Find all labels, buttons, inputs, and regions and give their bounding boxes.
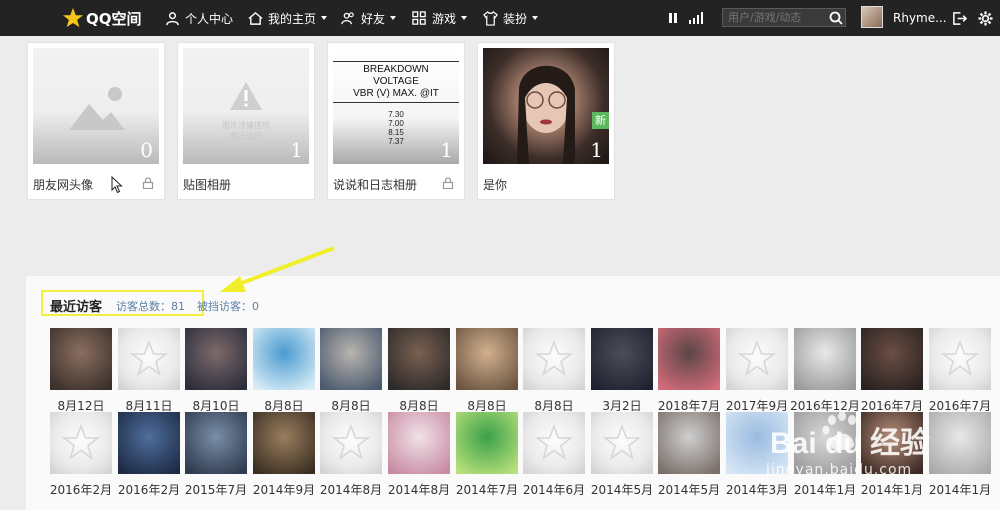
star-icon	[61, 423, 101, 460]
top-navigation-bar: QQ空间 个人中心 我的主页 好友 游戏 装扮 用户/游戏/动态 Rhyme..…	[0, 0, 1000, 36]
visitor-avatar[interactable]	[118, 412, 180, 474]
album-cover[interactable]: 新 1	[483, 48, 609, 164]
visitor-avatar[interactable]	[320, 412, 382, 474]
visitor-avatar[interactable]	[388, 412, 450, 474]
nav-personal-center-label: 个人中心	[185, 11, 234, 26]
nav-games[interactable]: 游戏	[412, 0, 468, 36]
visitor-avatar[interactable]	[456, 412, 518, 474]
settings-button[interactable]	[978, 0, 993, 36]
visitor-avatar[interactable]	[523, 328, 585, 390]
visitor-avatar[interactable]	[50, 412, 112, 474]
logo-text: QQ空间	[86, 9, 142, 28]
annotation-arrow-icon	[220, 246, 335, 292]
visitor-avatar[interactable]	[658, 412, 720, 474]
album-cover[interactable]: 图片涉嫌违规 禁止访问 1	[183, 48, 309, 164]
photo-count: 1	[290, 138, 303, 162]
photo-count: 0	[140, 138, 153, 162]
visitor-avatar[interactable]	[658, 328, 720, 390]
nav-dress-label: 装扮	[503, 11, 528, 26]
chevron-down-icon	[321, 16, 328, 20]
album-cover[interactable]: BREAKDOWN VOLTAGE VBR (V) MAX. @IT 7.30 7.0…	[333, 48, 459, 164]
visitor-avatar[interactable]	[523, 412, 585, 474]
watermark-url: jingyan.baidu.com	[766, 462, 913, 478]
star-icon	[62, 7, 84, 28]
star-icon	[331, 423, 371, 460]
blocked-visitors[interactable]: 被挡访客：0	[197, 298, 259, 314]
gear-icon	[978, 10, 993, 26]
album-name[interactable]: 是你	[483, 176, 507, 193]
visitor-avatar[interactable]	[861, 328, 923, 390]
visitor-avatar[interactable]	[726, 328, 788, 390]
visitors-title: 最近访客	[50, 300, 103, 315]
signal-button[interactable]	[688, 0, 704, 36]
mouse-cursor-icon	[111, 176, 123, 194]
star-icon	[602, 423, 642, 460]
username[interactable]: Rhyme...	[893, 0, 947, 36]
avatar[interactable]	[861, 6, 883, 28]
pause-button[interactable]	[668, 0, 678, 36]
grid-icon	[412, 10, 426, 25]
visitor-avatar[interactable]	[591, 328, 653, 390]
star-icon	[534, 423, 574, 460]
album-card[interactable]: 0 朋友网头像	[27, 42, 165, 200]
person-icon	[166, 11, 179, 25]
chevron-down-icon	[390, 16, 397, 20]
new-badge: 新	[592, 112, 609, 129]
logout-icon	[953, 11, 967, 25]
visitor-avatar[interactable]	[794, 328, 856, 390]
album-name[interactable]: 贴图相册	[183, 176, 231, 193]
qzone-logo[interactable]: QQ空间	[62, 0, 142, 36]
photo-count: 1	[590, 138, 603, 162]
visitor-avatar[interactable]	[456, 328, 518, 390]
home-icon	[248, 11, 263, 25]
visitor-avatar[interactable]	[185, 412, 247, 474]
visitor-avatar[interactable]	[253, 328, 315, 390]
star-icon	[737, 339, 777, 376]
search-icon[interactable]	[828, 10, 844, 26]
album-card[interactable]: BREAKDOWN VOLTAGE VBR (V) MAX. @IT 7.30 7.0…	[327, 42, 465, 200]
signal-bars-icon	[689, 12, 703, 24]
document-header: BREAKDOWN VOLTAGE VBR (V) MAX. @IT	[353, 64, 439, 99]
lock-icon	[142, 177, 154, 189]
visitor-total[interactable]: 访客总数：81	[116, 298, 185, 314]
visitor-avatar[interactable]	[185, 328, 247, 390]
album-name[interactable]: 说说和日志相册	[333, 176, 417, 193]
visitor-avatar[interactable]	[253, 412, 315, 474]
album-cover[interactable]: 0	[33, 48, 159, 164]
album-card[interactable]: 图片涉嫌违规 禁止访问 1 贴图相册	[177, 42, 315, 200]
album-name[interactable]: 朋友网头像	[33, 176, 93, 193]
visitor-avatar[interactable]	[320, 328, 382, 390]
nav-friends-label: 好友	[361, 11, 386, 26]
nav-my-home-label: 我的主页	[268, 11, 317, 26]
star-icon	[940, 339, 980, 376]
visitor-avatar[interactable]	[118, 328, 180, 390]
chevron-down-icon	[461, 16, 468, 20]
lock-icon	[442, 177, 454, 189]
nav-dress[interactable]: 装扮	[483, 0, 539, 36]
photo-count: 1	[440, 138, 453, 162]
logout-button[interactable]	[952, 0, 967, 36]
nav-games-label: 游戏	[432, 11, 457, 26]
nav-friends[interactable]: 好友	[341, 0, 397, 36]
pause-icon	[669, 13, 677, 23]
star-icon	[534, 339, 574, 376]
nav-personal-center[interactable]: 个人中心	[165, 0, 233, 36]
visitor-avatar[interactable]	[50, 328, 112, 390]
star-icon	[129, 339, 169, 376]
visitor-avatar[interactable]	[929, 328, 991, 390]
watermark-brand: Bai du 经验	[770, 427, 931, 460]
visitor-avatar[interactable]	[388, 328, 450, 390]
friends-icon	[341, 11, 354, 24]
tshirt-icon	[483, 10, 498, 26]
album-card[interactable]: 新 1 是你	[477, 42, 615, 200]
visitor-avatar[interactable]	[591, 412, 653, 474]
nav-my-home[interactable]: 我的主页	[248, 0, 328, 36]
username-label: Rhyme...	[893, 11, 947, 25]
chevron-down-icon	[532, 16, 539, 20]
